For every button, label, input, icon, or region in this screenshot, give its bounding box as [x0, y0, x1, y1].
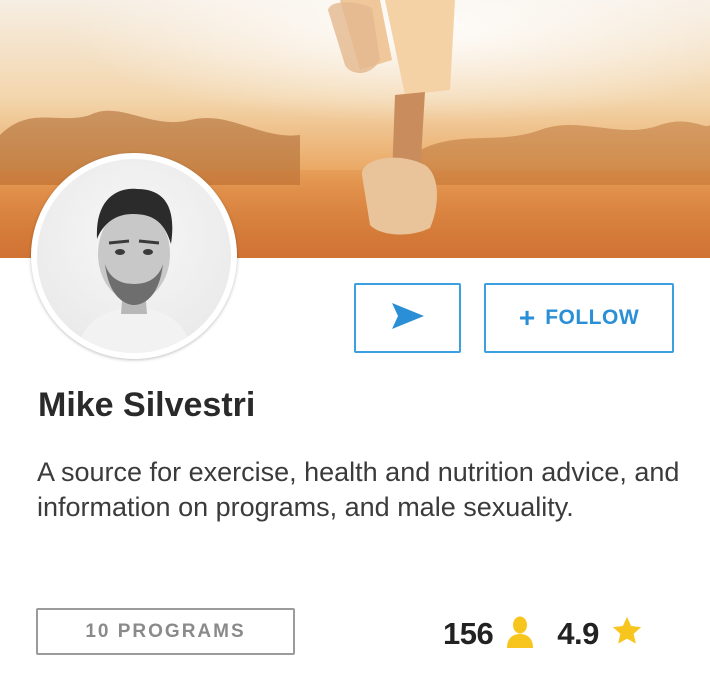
user-icon — [505, 615, 535, 654]
star-icon — [611, 616, 643, 652]
profile-stats: 156 4.9 — [443, 612, 643, 656]
plus-icon: + — [518, 302, 536, 333]
follow-button-label: FOLLOW — [545, 306, 640, 329]
send-icon — [391, 302, 425, 335]
followers-count: 156 — [443, 616, 494, 651]
profile-name: Mike Silvestri — [38, 386, 256, 424]
programs-button[interactable]: 10 PROGRAMS — [36, 608, 295, 655]
avatar-photo — [37, 159, 231, 353]
follow-button[interactable]: + FOLLOW — [484, 283, 674, 353]
avatar[interactable] — [31, 153, 237, 359]
profile-bio: A source for exercise, health and nutrit… — [37, 457, 680, 522]
send-message-button[interactable] — [354, 283, 461, 353]
rating-value: 4.9 — [557, 616, 599, 651]
